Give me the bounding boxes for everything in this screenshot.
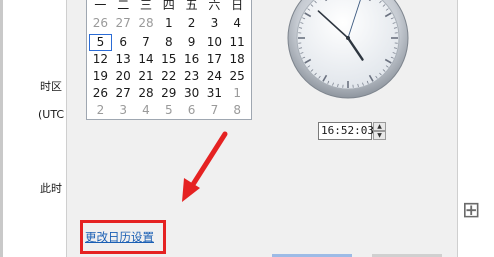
calendar-day[interactable]: 17 bbox=[203, 51, 226, 68]
calendar-day[interactable]: 1 bbox=[226, 85, 249, 102]
time-label: 此时 bbox=[40, 182, 62, 195]
calendar-day[interactable]: 31 bbox=[203, 85, 226, 102]
calendar-week: 26 27 28 1 2 3 4 bbox=[89, 15, 249, 32]
calendar-day[interactable]: 8 bbox=[157, 34, 180, 51]
calendar-day[interactable]: 6 bbox=[180, 102, 203, 119]
time-decrement-button[interactable]: ▼ bbox=[373, 131, 386, 140]
calendar-day[interactable]: 4 bbox=[226, 15, 249, 32]
calendar-day[interactable]: 27 bbox=[112, 85, 135, 102]
calendar-day[interactable]: 29 bbox=[157, 85, 180, 102]
calendar-day[interactable]: 7 bbox=[135, 34, 158, 51]
calendar-week: 19 20 21 22 23 24 25 bbox=[89, 68, 249, 85]
calendar-day[interactable]: 2 bbox=[89, 102, 112, 119]
spin-down-icon: ▼ bbox=[377, 132, 382, 139]
calendar-day[interactable]: 26 bbox=[89, 15, 112, 32]
calendar-day[interactable]: 15 bbox=[157, 51, 180, 68]
spin-up-icon: ▲ bbox=[377, 123, 382, 130]
calendar-day-selected[interactable]: 5 bbox=[89, 34, 112, 51]
calendar-week: 12 13 14 15 16 17 18 bbox=[89, 51, 249, 68]
calendar-week: 2 3 4 5 6 7 8 bbox=[89, 102, 249, 119]
calendar-day[interactable]: 30 bbox=[180, 85, 203, 102]
calendar-day[interactable]: 5 bbox=[157, 102, 180, 119]
calendar-day[interactable]: 25 bbox=[226, 68, 249, 85]
timezone-label: 时区 bbox=[40, 80, 62, 93]
calendar-week: 5 6 7 8 9 10 11 bbox=[89, 34, 249, 51]
window-edge bbox=[0, 0, 3, 257]
calendar-day[interactable]: 19 bbox=[89, 68, 112, 85]
weekday-mon: 一 bbox=[94, 0, 107, 12]
calendar-day[interactable]: 28 bbox=[135, 85, 158, 102]
weekday-tue: 二 bbox=[117, 0, 130, 12]
weekday-fri: 五 bbox=[185, 0, 198, 12]
calendar-day[interactable]: 6 bbox=[112, 34, 135, 51]
calendar-day[interactable]: 2 bbox=[180, 15, 203, 32]
calendar-day[interactable]: 16 bbox=[180, 51, 203, 68]
utc-label: (UTC bbox=[38, 108, 65, 121]
calendar-day[interactable]: 26 bbox=[89, 85, 112, 102]
analog-clock bbox=[286, 0, 410, 100]
background-window bbox=[0, 0, 72, 257]
calendar-day[interactable]: 3 bbox=[203, 15, 226, 32]
calendar-day[interactable]: 8 bbox=[226, 102, 249, 119]
calendar-day[interactable]: 3 bbox=[112, 102, 135, 119]
calendar-day[interactable]: 23 bbox=[180, 68, 203, 85]
calendar-day[interactable]: 4 bbox=[135, 102, 158, 119]
time-input[interactable]: 16:52:03 bbox=[318, 122, 374, 140]
calendar[interactable]: 一 二 三 四 五 六 日 26 27 28 1 2 3 4 5 6 7 8 9… bbox=[86, 0, 252, 120]
time-increment-button[interactable]: ▲ bbox=[373, 122, 386, 131]
calendar-day[interactable]: 21 bbox=[135, 68, 158, 85]
calendar-day[interactable]: 11 bbox=[226, 34, 249, 51]
weekday-sun: 日 bbox=[231, 0, 244, 12]
clock-face-icon bbox=[287, 0, 409, 99]
calendar-day[interactable]: 28 bbox=[135, 15, 158, 32]
calendar-day[interactable]: 14 bbox=[135, 51, 158, 68]
calendar-day[interactable]: 10 bbox=[203, 34, 226, 51]
calendar-day[interactable]: 18 bbox=[226, 51, 249, 68]
weekday-sat: 六 bbox=[208, 0, 221, 12]
calendar-weekday-row: 一 二 三 四 五 六 日 bbox=[89, 0, 249, 14]
change-calendar-settings-link[interactable]: 更改日历设置 bbox=[85, 229, 154, 245]
red-arrow-icon bbox=[182, 131, 228, 202]
calendar-day[interactable]: 13 bbox=[112, 51, 135, 68]
calendar-day[interactable]: 20 bbox=[112, 68, 135, 85]
calendar-day[interactable]: 9 bbox=[180, 34, 203, 51]
calendar-day[interactable]: 27 bbox=[112, 15, 135, 32]
weekday-thu: 四 bbox=[162, 0, 175, 12]
weekday-wed: 三 bbox=[139, 0, 152, 12]
calendar-day[interactable]: 22 bbox=[157, 68, 180, 85]
calendar-day[interactable]: 7 bbox=[203, 102, 226, 119]
calendar-week: 26 27 28 29 30 31 1 bbox=[89, 85, 249, 102]
calendar-day[interactable]: 1 bbox=[157, 15, 180, 32]
calendar-day[interactable]: 24 bbox=[203, 68, 226, 85]
calendar-day[interactable]: 12 bbox=[89, 51, 112, 68]
partial-glyph-icon: ⊞ bbox=[462, 198, 481, 223]
